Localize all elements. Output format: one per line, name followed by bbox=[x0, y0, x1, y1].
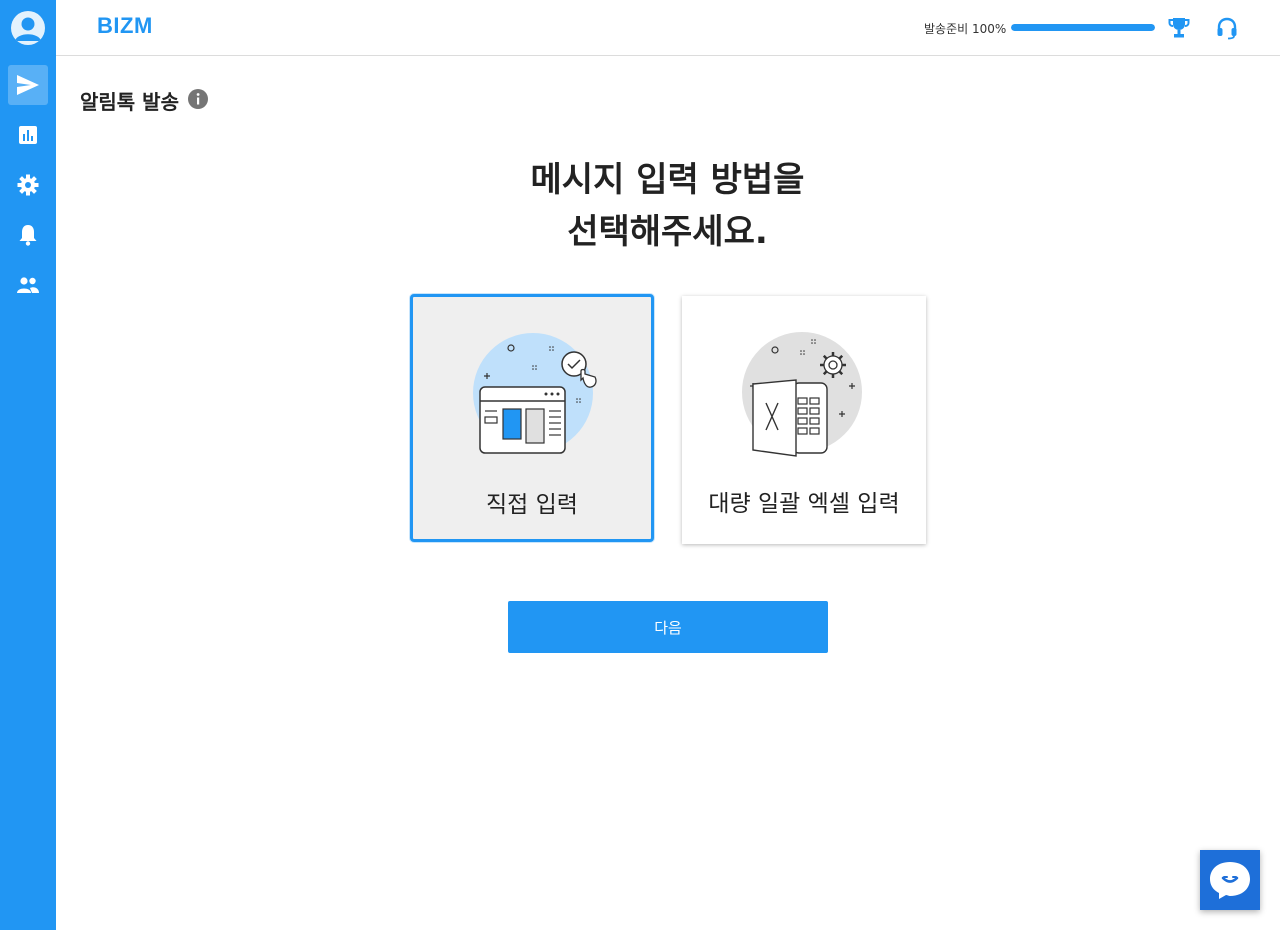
sidebar-item-stats[interactable] bbox=[8, 115, 48, 155]
app-logo[interactable]: BIZM bbox=[97, 13, 153, 39]
option-excel-bulk-input[interactable]: 대량 일괄 엑셀 입력 bbox=[682, 296, 926, 544]
chat-bubble-icon bbox=[1210, 862, 1250, 899]
sidebar-item-settings[interactable] bbox=[8, 165, 48, 205]
option-label: 직접 입력 bbox=[486, 492, 578, 518]
heading-line-2: 선택해주세요. bbox=[567, 212, 768, 252]
info-icon[interactable] bbox=[187, 88, 209, 110]
sidebar-item-send[interactable] bbox=[8, 65, 48, 105]
gear-icon bbox=[17, 174, 39, 196]
sidebar-item-notifications[interactable] bbox=[8, 215, 48, 255]
chat-button[interactable] bbox=[1200, 850, 1260, 910]
bar-chart-icon bbox=[19, 126, 37, 144]
next-button[interactable]: 다음 bbox=[508, 601, 828, 653]
sidebar bbox=[0, 0, 56, 930]
excel-file-icon bbox=[742, 332, 862, 457]
page-title: 알림톡 발송 bbox=[80, 90, 179, 114]
heading-line-1: 메시지 입력 방법을 bbox=[530, 160, 805, 200]
trophy-button[interactable] bbox=[1166, 15, 1192, 41]
support-button[interactable] bbox=[1214, 15, 1240, 41]
bell-icon bbox=[19, 225, 37, 246]
trophy-icon bbox=[1168, 18, 1190, 38]
people-icon bbox=[17, 277, 39, 293]
send-icon bbox=[17, 75, 39, 95]
option-label: 대량 일괄 엑셀 입력 bbox=[708, 491, 900, 517]
option-direct-input[interactable]: 직접 입력 bbox=[410, 294, 654, 542]
sidebar-item-users[interactable] bbox=[8, 265, 48, 305]
headset-icon bbox=[1217, 17, 1237, 40]
send-ready-progress-bar bbox=[1011, 24, 1155, 31]
top-header: BIZM 발송준비 100% bbox=[56, 0, 1280, 56]
progress-fill bbox=[1011, 24, 1155, 31]
avatar-icon bbox=[15, 17, 41, 41]
method-heading: 메시지 입력 방법을 선택해주세요. bbox=[400, 154, 935, 258]
user-avatar[interactable] bbox=[11, 11, 45, 45]
send-ready-label: 발송준비 100% bbox=[924, 22, 1007, 36]
form-window-icon bbox=[473, 333, 597, 454]
